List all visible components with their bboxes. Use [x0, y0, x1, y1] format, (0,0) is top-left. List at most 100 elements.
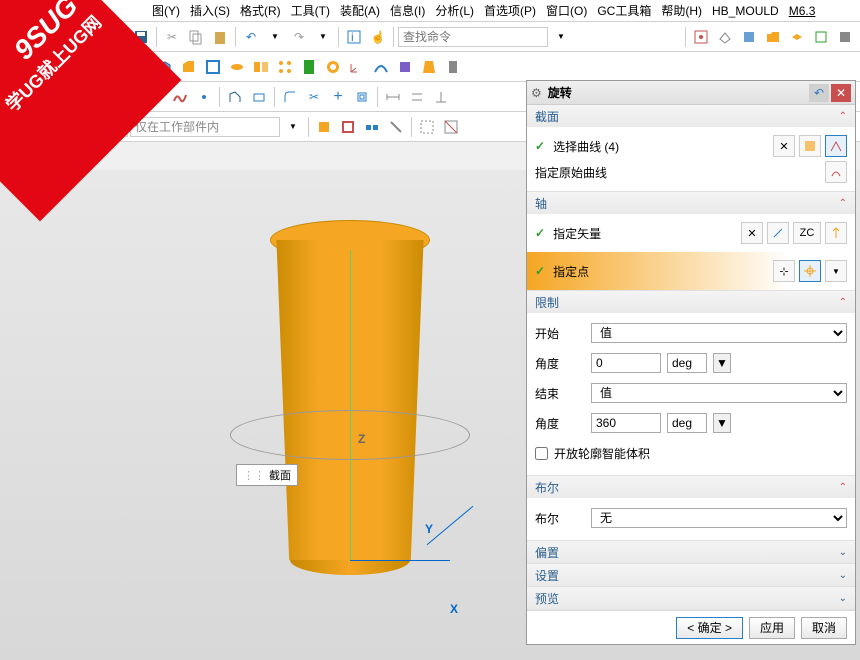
shaded-icon[interactable]: [738, 26, 760, 48]
point-constructor-icon[interactable]: [799, 260, 821, 282]
offset-curve-icon[interactable]: [351, 86, 373, 108]
menu-tools[interactable]: 工具(T): [287, 0, 334, 21]
finish-sketch-label[interactable]: 完成草图: [32, 88, 88, 105]
menu-insert[interactable]: 插入(S): [186, 0, 234, 21]
zc-axis-button[interactable]: ZC: [793, 222, 821, 244]
redo-dropdown-icon[interactable]: ▼: [312, 26, 334, 48]
angle1-input[interactable]: [591, 353, 661, 373]
vector-dialog-icon[interactable]: [767, 222, 789, 244]
reverse-icon[interactable]: [825, 222, 847, 244]
menu-view[interactable]: 图(Y): [148, 0, 184, 21]
sweep-icon[interactable]: [394, 56, 416, 78]
section-header-section[interactable]: 截面⌃: [527, 105, 855, 127]
ok-button[interactable]: < 确定 >: [676, 617, 743, 639]
menu-gctoolbox[interactable]: GC工具箱: [593, 0, 655, 21]
point-icon[interactable]: [193, 86, 215, 108]
datum-plane-icon[interactable]: [130, 56, 152, 78]
select-all-icon[interactable]: [416, 116, 438, 138]
folder-icon[interactable]: [762, 26, 784, 48]
menu-help[interactable]: 帮助(H): [657, 0, 706, 21]
angle2-stepper-icon[interactable]: ▼: [713, 413, 731, 433]
box-icon[interactable]: [834, 26, 856, 48]
cut-icon[interactable]: ✂: [161, 26, 183, 48]
dimension-icon[interactable]: [382, 86, 404, 108]
line-icon[interactable]: [97, 86, 119, 108]
rectangle-icon[interactable]: [248, 86, 270, 108]
trim-icon[interactable]: ✂: [303, 86, 325, 108]
section-header-offset[interactable]: 偏置⌄: [527, 541, 855, 563]
end-select[interactable]: 值: [591, 383, 847, 403]
menu-hbmould[interactable]: HB_MOULD: [708, 2, 783, 20]
perpendicular-icon[interactable]: [430, 86, 452, 108]
filter-dropdown-icon[interactable]: ▼: [282, 116, 304, 138]
select-curve-icon[interactable]: [385, 116, 407, 138]
fit-view-icon[interactable]: [690, 26, 712, 48]
open-profile-checkbox[interactable]: [535, 447, 548, 460]
extrude-icon[interactable]: [298, 56, 320, 78]
touch-icon[interactable]: ☝: [367, 26, 389, 48]
section-header-axis[interactable]: 轴⌃: [527, 192, 855, 214]
curve-rule-icon[interactable]: [799, 135, 821, 157]
angle1-stepper-icon[interactable]: ▼: [713, 353, 731, 373]
pattern-icon[interactable]: [274, 56, 296, 78]
menu-preferences[interactable]: 首选项(P): [480, 0, 540, 21]
dialog-titlebar[interactable]: ⚙ 旋转 ↶ ✕: [527, 81, 855, 105]
angle2-input[interactable]: [591, 413, 661, 433]
profile-icon[interactable]: [224, 86, 246, 108]
sketch-icon[interactable]: [8, 86, 30, 108]
datum-csys-icon[interactable]: [346, 56, 368, 78]
constraint-icon[interactable]: [406, 86, 428, 108]
edit-icon[interactable]: [810, 26, 832, 48]
section-annotation[interactable]: 截面: [236, 464, 298, 486]
paste-icon[interactable]: [209, 26, 231, 48]
block-icon[interactable]: [154, 56, 176, 78]
undo-dropdown-icon[interactable]: ▼: [264, 26, 286, 48]
fillet-icon[interactable]: [279, 86, 301, 108]
save-icon[interactable]: [130, 26, 152, 48]
command-search-input[interactable]: [398, 27, 548, 47]
revolve-icon[interactable]: [226, 56, 248, 78]
infer-vector-icon[interactable]: ✕: [741, 222, 763, 244]
menu-window[interactable]: 窗口(O): [542, 0, 591, 21]
plus-icon[interactable]: +: [327, 86, 349, 108]
wireframe-icon[interactable]: [714, 26, 736, 48]
boolean-select[interactable]: 无: [591, 508, 847, 528]
menu-info[interactable]: 信息(I): [386, 0, 429, 21]
angle2-unit[interactable]: deg: [667, 413, 707, 433]
angle1-unit[interactable]: deg: [667, 353, 707, 373]
arc-icon[interactable]: [121, 86, 143, 108]
cancel-button[interactable]: 取消: [801, 617, 847, 639]
shell-icon[interactable]: [202, 56, 224, 78]
section-header-limits[interactable]: 限制⌃: [527, 291, 855, 313]
menu-assembly[interactable]: 装配(A): [336, 0, 384, 21]
select-body-icon[interactable]: [361, 116, 383, 138]
undo-icon[interactable]: ↶: [240, 26, 262, 48]
orig-curve-icon[interactable]: [825, 161, 847, 183]
filter-scope-input[interactable]: [130, 117, 280, 137]
menu-format[interactable]: 格式(R): [236, 0, 285, 21]
thread-icon[interactable]: [442, 56, 464, 78]
start-select[interactable]: 值: [591, 323, 847, 343]
section-header-boolean[interactable]: 布尔⌃: [527, 476, 855, 498]
point-dropdown-icon[interactable]: ▼: [825, 260, 847, 282]
apply-button[interactable]: 应用: [749, 617, 795, 639]
curve-icon[interactable]: [370, 56, 392, 78]
spline-icon[interactable]: [169, 86, 191, 108]
layer-icon[interactable]: [786, 26, 808, 48]
circle-icon[interactable]: [145, 86, 167, 108]
sketch-section-icon[interactable]: [825, 135, 847, 157]
section-header-settings[interactable]: 设置⌄: [527, 564, 855, 586]
close-icon[interactable]: ✕: [831, 84, 851, 102]
draft-icon[interactable]: [418, 56, 440, 78]
properties-icon[interactable]: i: [343, 26, 365, 48]
filter-type-select[interactable]: [8, 117, 128, 137]
reset-icon[interactable]: ↶: [809, 84, 829, 102]
unselect-icon[interactable]: [440, 116, 462, 138]
point-dialog-icon[interactable]: ⊹: [773, 260, 795, 282]
section-header-preview[interactable]: 预览⌄: [527, 587, 855, 609]
chamfer-icon[interactable]: [178, 56, 200, 78]
search-dropdown-icon[interactable]: ▼: [550, 26, 572, 48]
redo-icon[interactable]: ↷: [288, 26, 310, 48]
select-face-icon[interactable]: [313, 116, 335, 138]
mirror-icon[interactable]: [250, 56, 272, 78]
